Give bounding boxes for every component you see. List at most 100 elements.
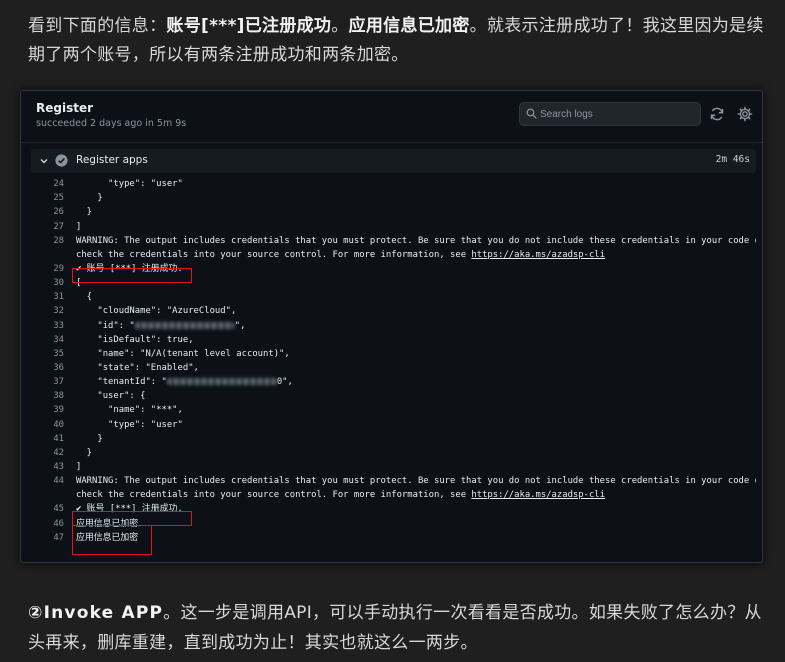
log-line: check the credentials into your source c… (31, 488, 756, 502)
log-text: ] (76, 220, 81, 234)
log-line: 37 "tenantId": " 0", (31, 375, 756, 389)
para-bold-registered: 账号[***]已注册成功 (166, 16, 332, 36)
line-number: 34 (53, 334, 64, 345)
log-line: 26 } (31, 205, 756, 219)
docs-link[interactable]: https://aka.ms/azadsp-cli (471, 250, 605, 260)
log-text-content: "tenantId": " (76, 377, 167, 388)
chevron-down-icon[interactable] (39, 156, 49, 166)
log-text: WARNING: The output includes credentials… (76, 474, 756, 488)
line-number: 31 (53, 292, 64, 303)
log-text-content: "id": " (76, 320, 135, 331)
job-title: Register (36, 101, 94, 115)
log-line: 35 "name": "N/A(tenant level account)", (31, 347, 756, 361)
line-number: 28 (53, 235, 64, 246)
log-text: "type": "user" (76, 177, 183, 191)
log-line: 28 WARNING: The output includes credentia… (31, 234, 756, 248)
log-text: ✔ 账号 [***] 注册成功. (76, 262, 183, 276)
log-text-content: "type": "user" (76, 419, 183, 430)
log-text-content: "state": "Enabled", (76, 362, 199, 373)
log-line: 45 ✔ 账号 [***] 注册成功. (31, 502, 756, 516)
header-divider (21, 142, 762, 143)
log-text-content: [ (76, 278, 82, 289)
log-text: ✔ 账号 [***] 注册成功. (76, 502, 183, 516)
log-text: "isDefault": true, (76, 333, 194, 347)
line-number: 40 (53, 419, 64, 430)
line-number: 36 (53, 362, 64, 373)
line-number: 32 (53, 306, 64, 317)
log-line: 24 "type": "user" (31, 177, 756, 191)
log-text-content: WARNING: The output includes credentials… (76, 235, 756, 246)
log-text: } (76, 432, 103, 446)
log-line: 42 } (31, 446, 756, 460)
log-text: "id": " ", (76, 319, 245, 333)
log-text-content: WARNING: The output includes credentials… (76, 476, 756, 487)
log-text-content: } (76, 207, 93, 218)
log-text: check the credentials into your source c… (76, 488, 605, 502)
line-number: 33 (53, 320, 64, 331)
log-text: } (76, 205, 92, 219)
line-number: 39 (53, 405, 64, 416)
log-line: 41 } (31, 432, 756, 446)
line-number: 44 (53, 476, 64, 487)
search-icon (526, 108, 537, 119)
article-bottom-paragraph: ②Invoke APP。这一步是调用API，可以手动执行一次看看是否成功。如果失… (28, 598, 768, 658)
log-text-content: "isDefault": true, (76, 334, 194, 345)
log-text: "user": { (76, 389, 145, 403)
log-line: 29 ✔ 账号 [***] 注册成功. (31, 262, 756, 276)
gear-icon[interactable] (737, 106, 753, 122)
log-text: "name": "N/A(tenant level account)", (76, 347, 290, 361)
refresh-icon[interactable] (709, 106, 725, 122)
log-text-content: } (76, 447, 93, 458)
log-text: 应用信息已加密 (76, 531, 138, 545)
line-number: 24 (53, 179, 64, 190)
para-prefix: 看到下面的信息： (28, 16, 167, 36)
para-bold-encrypted: 应用信息已加密 (348, 16, 470, 36)
step-register-apps[interactable]: Register apps 2m 46s (31, 149, 756, 173)
step-duration: 2m 46s (715, 154, 750, 165)
log-line: check the credentials into your source c… (31, 248, 756, 262)
log-line: 32 "cloudName": "AzureCloud", (31, 304, 756, 318)
log-line: 27] (31, 220, 756, 234)
redacted-value (166, 378, 277, 386)
log-line: 46 应用信息已加密 (31, 517, 756, 531)
docs-link[interactable]: https://aka.ms/azadsp-cli (471, 490, 605, 500)
log-text-content: 应用信息已加密 (76, 518, 139, 529)
search-logs-box[interactable] (519, 102, 701, 126)
line-number: 38 (53, 391, 64, 402)
log-text-content: } (76, 433, 103, 444)
log-text-content: check the credentials into your source c… (76, 490, 472, 501)
log-text-content: { (76, 292, 93, 303)
redacted-value (134, 321, 235, 329)
log-text-content: } (76, 193, 103, 204)
log-line: 25 } (31, 191, 756, 205)
line-number: 46 (53, 518, 64, 529)
log-line: 33 "id": " ", (31, 319, 756, 333)
invoke-app-heading: ②Invoke APP (28, 603, 164, 623)
job-status-text: succeeded 2 days ago in 5m 9s (36, 118, 187, 129)
log-text-content: ✔ 账号 [***] 注册成功. (76, 263, 183, 274)
log-text-content: "user": { (76, 391, 146, 402)
line-number: 35 (53, 348, 64, 359)
log-text: "tenantId": " 0", (76, 375, 293, 389)
log-text-content: "type": "user" (76, 179, 183, 190)
panel-header: Register succeeded 2 days ago in 5m 9s (21, 91, 762, 143)
log-lines: 23 "name": "***",24 "type": "user"25 }26… (31, 173, 756, 545)
log-text-content: ] (76, 221, 82, 232)
log-text: 应用信息已加密 (76, 517, 138, 531)
log-text-content: check the credentials into your source c… (76, 249, 472, 260)
log-text: { (76, 290, 92, 304)
log-text-content: "name": "***", (76, 173, 183, 175)
log-text: "type": "user" (76, 418, 183, 432)
log-text-after: 0", (276, 377, 293, 388)
log-text: check the credentials into your source c… (76, 248, 605, 262)
log-text: WARNING: The output includes credentials… (76, 234, 756, 248)
log-line: 47 应用信息已加密 (31, 531, 756, 545)
log-line: 38 "user": { (31, 389, 756, 403)
log-text-content: "name": "N/A(tenant level account)", (76, 348, 290, 359)
log-line: 34 "isDefault": true, (31, 333, 756, 347)
log-text: [ (76, 276, 81, 290)
search-logs-input[interactable] (540, 105, 696, 123)
step-label: Register apps (76, 154, 148, 166)
log-text: "state": "Enabled", (76, 361, 199, 375)
line-number: 41 (53, 433, 64, 444)
